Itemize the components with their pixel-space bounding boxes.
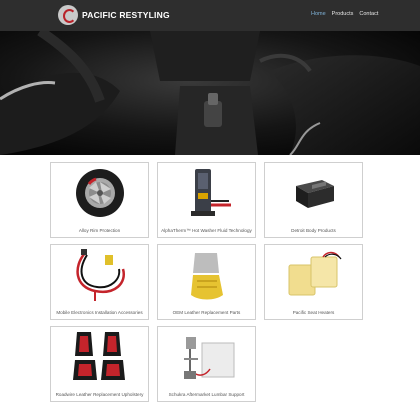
product-label: Mobile Electronics Installation Accessor…: [56, 310, 143, 315]
tire-image: [51, 163, 148, 223]
pacific-restyling-logo[interactable]: PACIFIC RESTYLING: [58, 3, 170, 27]
hero-car-interior-image: [0, 31, 420, 155]
boxed-module-image: [265, 163, 362, 223]
nav-products-link[interactable]: Products: [332, 11, 354, 17]
wiring-harness-image: [51, 245, 148, 305]
product-card-alloy-rim[interactable]: Alloy Rim Protection: [50, 162, 149, 238]
seat-cover-part-image: [158, 245, 255, 305]
product-label: Schukra Aftermarket Lumbar Support: [168, 392, 245, 397]
product-card-detroit-body[interactable]: Detroit Body Products: [264, 162, 363, 238]
red-black-seats-image: [51, 327, 148, 387]
product-label: Detroit Body Products: [291, 228, 336, 233]
product-card-mobile-electronics[interactable]: Mobile Electronics Installation Accessor…: [50, 244, 149, 320]
main-nav: Home Products Contact: [311, 11, 378, 17]
product-label: AlphaTherm™ Hot Washer Fluid Technology: [161, 228, 252, 233]
top-navigation-bar: PACIFIC RESTYLING Home Products Contact: [0, 0, 420, 31]
logo-mark-icon: [58, 5, 78, 25]
product-card-schukra[interactable]: Schukra Aftermarket Lumbar Support: [157, 326, 256, 402]
product-label: Roadwire Leather Replacement Upholstery: [55, 392, 144, 397]
product-card-roadwire[interactable]: Roadwire Leather Replacement Upholstery: [50, 326, 149, 402]
logo-text: PACIFIC RESTYLING: [82, 10, 170, 20]
product-label: Pacific Seat Heaters: [292, 310, 335, 315]
product-label: Alloy Rim Protection: [78, 228, 121, 233]
washer-fluid-module-image: [158, 163, 255, 223]
product-label: OEM Leather Replacement Parts: [172, 310, 241, 315]
lumbar-support-kit-image: [158, 327, 255, 387]
product-card-seat-heaters[interactable]: Pacific Seat Heaters: [264, 244, 363, 320]
nav-contact-link[interactable]: Contact: [359, 11, 378, 17]
product-card-oem-leather[interactable]: OEM Leather Replacement Parts: [157, 244, 256, 320]
product-card-alphatherm[interactable]: AlphaTherm™ Hot Washer Fluid Technology: [157, 162, 256, 238]
seat-heater-pads-image: [265, 245, 362, 305]
nav-home-link[interactable]: Home: [311, 11, 326, 17]
